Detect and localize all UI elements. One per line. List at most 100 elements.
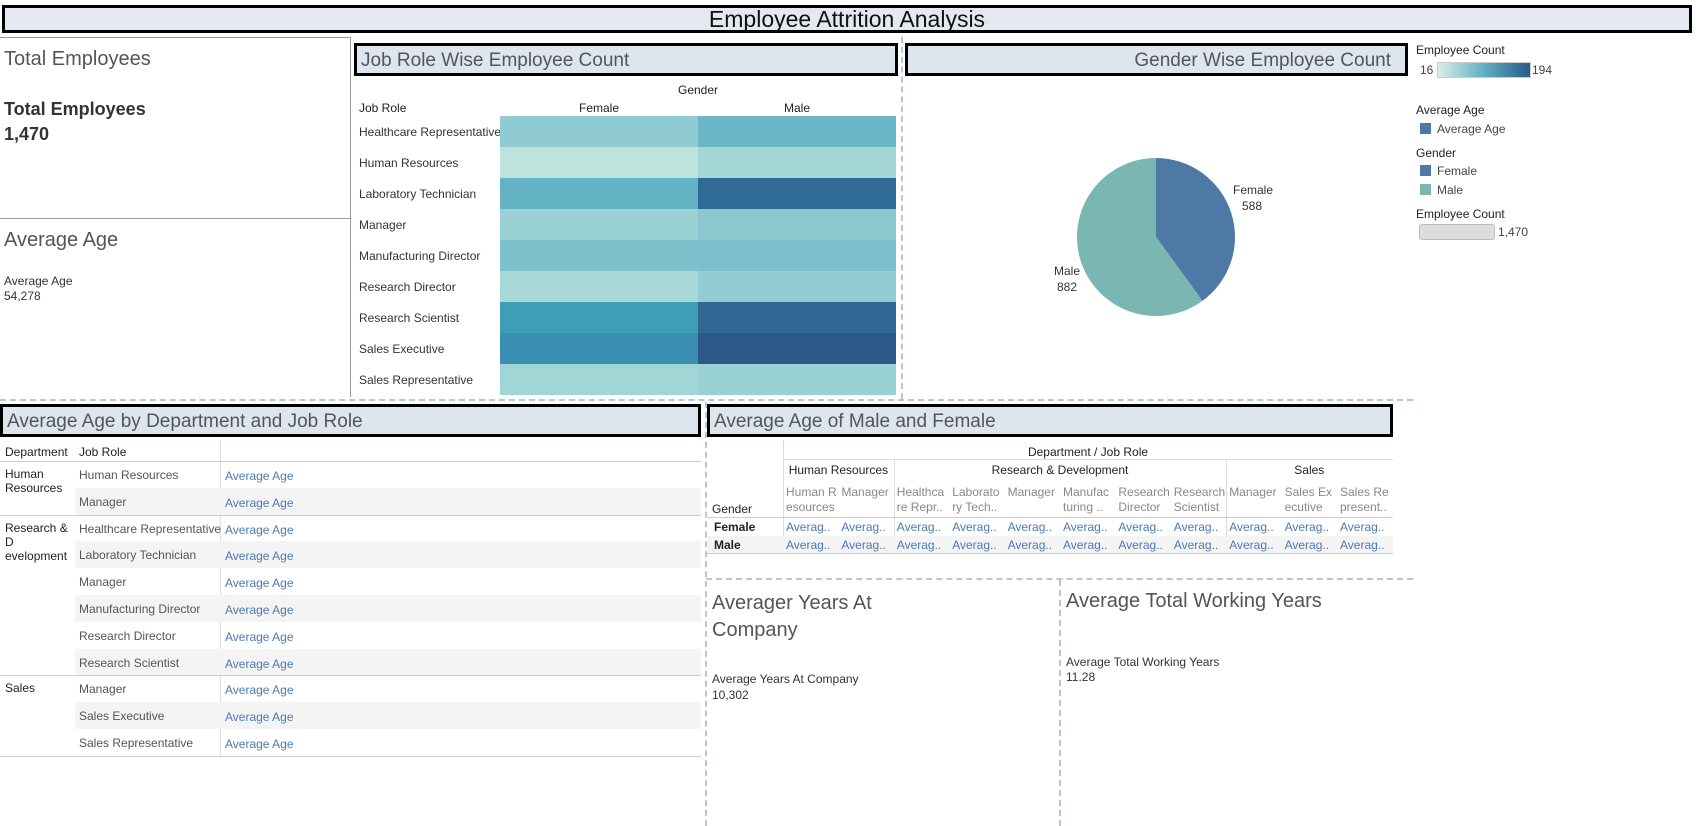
average-age-cell[interactable]: Averag.. (1008, 520, 1052, 534)
heatmap-cell[interactable] (500, 240, 698, 271)
heatmap-cell[interactable] (500, 364, 698, 395)
average-age-cell[interactable]: Average Age (225, 683, 294, 697)
working-years-value: 11.28 (1066, 670, 1096, 684)
heatmap-cell[interactable] (698, 240, 896, 271)
average-age-cell[interactable]: Average Age (225, 576, 294, 590)
gender-pie-chart (1077, 158, 1235, 316)
job-role-label: Sales Executive (79, 709, 165, 724)
legend-size-title: Employee Count (1416, 207, 1505, 221)
working-years-title: Average Total Working Years (1066, 590, 1322, 612)
heatmap-cell[interactable] (500, 116, 698, 147)
heatmap-cell[interactable] (698, 271, 896, 302)
average-age-cell[interactable]: Averag.. (841, 538, 885, 552)
job-role-panel-title: Job Role Wise Employee Count (354, 43, 898, 76)
average-age-cell[interactable]: Average Age (225, 496, 294, 510)
average-age-cell[interactable]: Averag.. (1008, 538, 1052, 552)
average-age-cell[interactable]: Averag.. (1063, 520, 1107, 534)
average-age-cell[interactable]: Averag.. (786, 538, 830, 552)
average-age-cell[interactable]: Averag.. (1118, 520, 1162, 534)
average-age-cell[interactable]: Averag.. (786, 520, 830, 534)
heatmap-row-label: Sales Representative (359, 373, 474, 387)
average-age-cell[interactable]: Averag.. (1118, 538, 1162, 552)
average-age-cell[interactable]: Averag.. (897, 538, 941, 552)
heatmap-cell[interactable] (500, 147, 698, 178)
job-role-label: Research Director (79, 628, 176, 643)
row-divider (707, 553, 1393, 554)
average-age-cell[interactable]: Averag.. (1340, 538, 1384, 552)
average-age-cell[interactable]: Averag.. (1285, 520, 1329, 534)
average-age-cell[interactable]: Average Age (225, 657, 294, 671)
heatmap-row-label: Research Director (359, 280, 456, 294)
heatmap-cell[interactable] (698, 178, 896, 209)
heatmap-cell[interactable] (698, 333, 896, 364)
average-age-cell[interactable]: Average Age (225, 630, 294, 644)
average-age-cell[interactable]: Average Age (225, 549, 294, 563)
average-age-cell[interactable]: Averag.. (1063, 538, 1107, 552)
heatmap-cell[interactable] (500, 271, 698, 302)
average-age-cell[interactable]: Averag.. (1229, 538, 1273, 552)
legend-gender-title: Gender (1416, 146, 1457, 160)
heatmap-cell[interactable] (698, 364, 896, 395)
job-role-header: Manager (1007, 485, 1055, 499)
average-age-cell[interactable]: Averag.. (841, 520, 885, 534)
size-legend-bar (1419, 224, 1495, 240)
average-age-cell[interactable]: Averag.. (1340, 520, 1384, 534)
job-role-header: Laborato ry Tech.. (952, 485, 1000, 514)
job-role-header: Research Director (1118, 485, 1170, 514)
average-age-cell[interactable]: Average Age (225, 523, 294, 537)
average-age-cell[interactable]: Averag.. (1174, 538, 1218, 552)
job-role-header: Manager (1229, 485, 1277, 499)
average-age-cell[interactable]: Average Age (225, 710, 294, 724)
legend-gender-female[interactable]: Female (1420, 164, 1477, 178)
average-age-cell[interactable]: Average Age (225, 469, 294, 483)
average-age-cell[interactable]: Averag.. (952, 520, 996, 534)
heatmap-cell[interactable] (500, 333, 698, 364)
average-age-cell[interactable]: Average Age (225, 603, 294, 617)
years-at-company-title: Averager Years At Company (712, 592, 872, 641)
total-employees-label: Total Employees (4, 99, 146, 119)
department-label: Human Resources (5, 467, 63, 495)
average-age-cell[interactable]: Averag.. (1285, 538, 1329, 552)
heatmap-cell[interactable] (500, 209, 698, 240)
heatmap-cell[interactable] (500, 178, 698, 209)
legend-gender-male[interactable]: Male (1420, 183, 1463, 197)
job-role-heatmap: Healthcare Representative Human Resources… (352, 116, 898, 395)
divider (350, 37, 351, 397)
heatmap-row-label: Sales Executive (359, 342, 445, 356)
legend-swatch (1420, 165, 1431, 176)
heatmap-cell[interactable] (500, 302, 698, 333)
legend-avg-age-item[interactable]: Average Age (1420, 122, 1506, 136)
heatmap-row-label: Manager (359, 218, 407, 232)
total-employees-title: Total Employees (4, 48, 151, 70)
group-divider (0, 675, 701, 677)
job-role-header: Research Scientist (1173, 485, 1226, 514)
group-divider (0, 461, 701, 462)
job-role-header: Sales Re present.. (1340, 485, 1389, 514)
legend-size-value: 1,470 (1498, 225, 1529, 239)
row-divider (707, 517, 1393, 518)
age-mf-crosstab: Department / Job Role Human Resources Huma… (707, 440, 1393, 554)
average-age-value: 54,278 (4, 289, 41, 303)
job-role-label: Human Resources (79, 468, 179, 482)
heatmap-cell[interactable] (698, 209, 896, 240)
age-by-dept-table: Department Job Role Human Resources Human R… (0, 440, 701, 758)
job-role-label: Laboratory Technician (79, 548, 197, 563)
heatmap-col-group: Gender (677, 83, 719, 97)
heatmap-cell[interactable] (698, 116, 896, 147)
average-age-cell[interactable]: Averag.. (1174, 520, 1218, 534)
pie-label-female: Female (1233, 183, 1274, 197)
average-age-title: Average Age (4, 229, 119, 251)
department-label: Sales (5, 681, 36, 696)
average-age-cell[interactable]: Averag.. (897, 520, 941, 534)
crosstab-row-header: Gender (712, 502, 753, 516)
crosstab-top-header: Department / Job Role (1027, 445, 1149, 459)
heatmap-cell[interactable] (698, 302, 896, 333)
average-age-cell[interactable]: Averag.. (952, 538, 996, 552)
job-role-header: Healthca re Repr.. (896, 485, 945, 514)
pie-label-male-value: 882 (1057, 280, 1078, 294)
department-header: Research & Development (991, 463, 1129, 477)
average-age-cell[interactable]: Average Age (225, 737, 294, 751)
divider (0, 218, 350, 219)
heatmap-cell[interactable] (698, 147, 896, 178)
average-age-cell[interactable]: Averag.. (1229, 520, 1273, 534)
